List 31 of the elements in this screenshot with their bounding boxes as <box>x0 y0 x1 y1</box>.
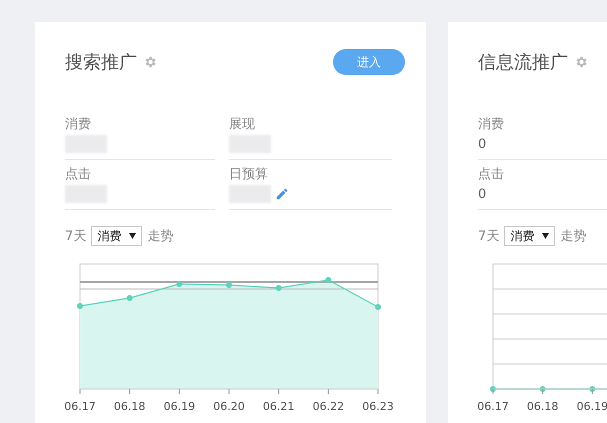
metric-label: 点击 <box>478 166 505 184</box>
caret-icon <box>129 233 136 239</box>
metric-label: 点击 <box>65 166 92 184</box>
axis-label: 06.23 <box>362 400 394 413</box>
period-label: 7天 <box>478 228 500 245</box>
axis-label: 06.17 <box>65 400 96 413</box>
card-title: 信息流推广 <box>478 51 568 74</box>
card-title: 搜索推广 <box>65 51 137 74</box>
axis-label: 06.18 <box>526 400 558 413</box>
metric-label: 日预算 <box>229 166 269 184</box>
settings-icon[interactable] <box>574 55 588 69</box>
pencil-icon[interactable] <box>275 187 289 201</box>
metric-dropdown[interactable]: 消费 <box>504 226 556 246</box>
settings-icon[interactable] <box>143 55 157 69</box>
axis-label: 06.22 <box>312 400 344 413</box>
metric-value: 0 <box>478 186 486 202</box>
axis-label: 06.19 <box>164 400 196 413</box>
metric-label: 展现 <box>229 116 256 134</box>
trend-label: 走势 <box>147 228 174 245</box>
axis-label: 06.21 <box>262 400 294 413</box>
metric-label: 消费 <box>65 116 92 134</box>
period-label: 7天 <box>65 228 86 245</box>
axis-label: 06.19 <box>576 400 607 413</box>
caret-icon <box>542 233 550 239</box>
axis-label: 06.18 <box>114 400 146 413</box>
trend-label: 走势 <box>560 228 586 245</box>
metric-label: 消费 <box>478 116 505 134</box>
metric-value: 0 <box>478 136 486 152</box>
metric-dropdown[interactable]: 消费 <box>91 226 142 246</box>
axis-label: 06.20 <box>213 400 245 413</box>
axis-label: 06.17 <box>478 400 509 413</box>
